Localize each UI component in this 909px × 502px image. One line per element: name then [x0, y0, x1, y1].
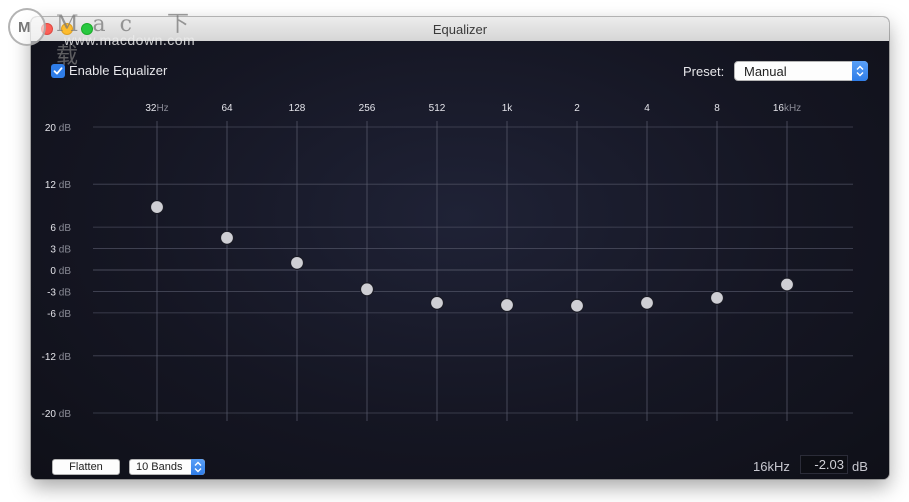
- band-frequency-label: 64: [221, 103, 233, 114]
- db-tick-label: -20 dB: [42, 409, 72, 420]
- db-tick-label: 6 dB: [50, 223, 71, 234]
- band-slider-knob[interactable]: [359, 282, 375, 297]
- band-slider-knob[interactable]: [779, 277, 795, 292]
- equalizer-content: Enable Equalizer Preset: Manual 20 dB 12 …: [31, 41, 889, 479]
- db-tick-label: 20 dB: [45, 123, 71, 134]
- band-slider-knob[interactable]: [149, 199, 165, 215]
- equalizer-graph: 20 dB 12 dB 6 dB 3 dB 0 dB -3 dB -6 dB -12 dB -2…: [42, 103, 853, 421]
- band-slider-knob[interactable]: [709, 290, 725, 305]
- band-slider-knob[interactable]: [289, 255, 305, 270]
- band-frequency-label: 8: [714, 103, 720, 114]
- db-tick-label: -6 dB: [47, 309, 71, 320]
- band-slider-knob[interactable]: [569, 298, 585, 313]
- band-frequency-label: 128: [289, 103, 306, 114]
- db-tick-label: -3 dB: [47, 287, 71, 298]
- title-bar: Equalizer: [31, 17, 889, 42]
- band-frequency-label: 16kHz: [773, 103, 801, 114]
- band-slider-knob[interactable]: [499, 297, 515, 313]
- db-tick-label: -12 dB: [42, 352, 72, 363]
- band-frequency-label: 256: [359, 103, 376, 114]
- band-frequency-label: 1k: [502, 103, 514, 114]
- bands-value: 10 Bands: [136, 461, 183, 473]
- flatten-button[interactable]: Flatten: [52, 459, 120, 475]
- band-slider-knob[interactable]: [429, 295, 445, 310]
- bands-popup-button[interactable]: 10 Bands: [129, 459, 205, 475]
- db-tick-label: 3 dB: [50, 245, 71, 256]
- band-slider-knob[interactable]: [219, 230, 235, 245]
- db-tick-label: 0 dB: [50, 266, 71, 277]
- band-frequency-label: 32Hz: [145, 103, 168, 114]
- db-tick-label: 12 dB: [45, 180, 71, 191]
- band-slider-knob[interactable]: [639, 295, 655, 310]
- equalizer-window: Equalizer Enable Equalizer Preset: Manua…: [31, 17, 889, 479]
- popup-arrows-icon: [191, 459, 205, 475]
- window-title: Equalizer: [432, 22, 488, 37]
- gain-value-field[interactable]: -2.03: [800, 455, 848, 474]
- band-frequency-label: 512: [429, 103, 446, 114]
- band-frequency-label: 4: [644, 103, 650, 114]
- band-frequency-label: 2: [574, 103, 580, 114]
- gain-unit-label: dB: [852, 459, 868, 474]
- selected-frequency: 16kHz: [753, 459, 790, 474]
